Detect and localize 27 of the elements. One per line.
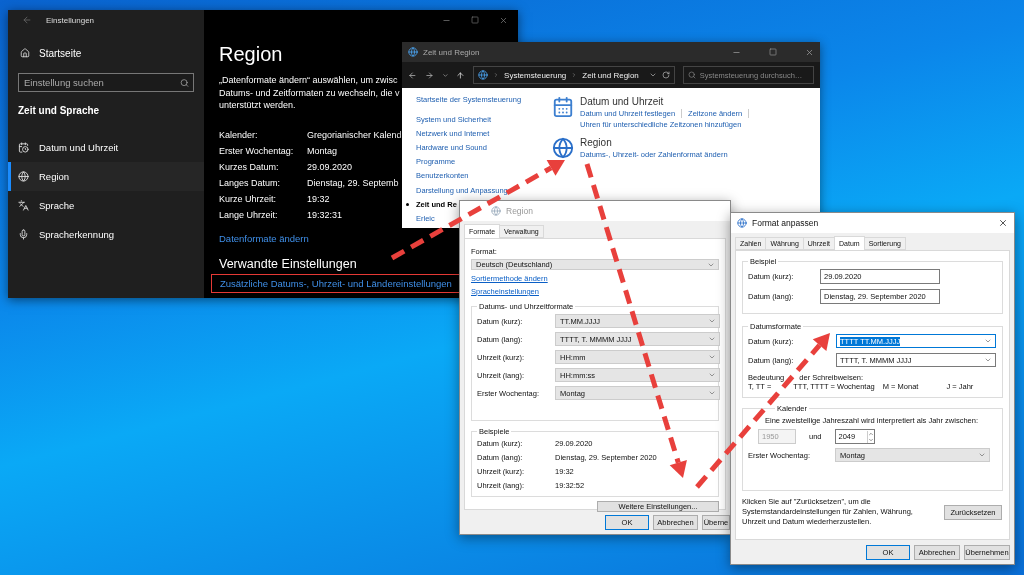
window-title: Region xyxy=(506,206,534,216)
field-label: Lange Uhrzeit: xyxy=(219,209,278,220)
description-line: unterstützt werden. xyxy=(219,99,297,112)
related-settings-heading: Verwandte Einstellungen xyxy=(219,256,357,271)
description-line: Datums- und Zeitformaten zu wechseln, die v xyxy=(219,86,400,99)
window-title: Zeit und Region xyxy=(423,47,481,57)
window-title: Einstellungen xyxy=(46,15,95,25)
field-value: 19:32 xyxy=(307,193,330,204)
section-title: Zeit und Sprache xyxy=(18,104,101,118)
field-label: Langes Datum: xyxy=(219,177,281,188)
field-label: Kurzes Datum: xyxy=(219,161,279,172)
field-value: 29.09.2020 xyxy=(307,161,353,172)
window-title: Format anpassen xyxy=(752,218,820,228)
sidebar-item-label: Sprache xyxy=(39,200,75,211)
field-label: Kurze Uhrzeit: xyxy=(219,193,277,204)
field-label: Kalender: xyxy=(219,129,258,140)
field-value: 19:32:31 xyxy=(307,209,343,220)
description-line: „Datenformate ändern“ auswählen, um zwisc xyxy=(219,74,399,87)
home-label: Startseite xyxy=(39,47,82,59)
sidebar-item-label: Region xyxy=(39,171,70,182)
sidebar-item-label: Datum und Uhrzeit xyxy=(39,142,119,153)
field-label: Erster Wochentag: xyxy=(219,145,294,156)
page-heading: Region xyxy=(219,42,283,66)
field-value: Dienstag, 29. Septemb xyxy=(307,177,399,188)
field-value: Gregorianischer Kalend xyxy=(307,129,402,140)
sidebar-item-label: Spracherkennung xyxy=(39,229,114,240)
field-value: Montag xyxy=(307,145,338,156)
